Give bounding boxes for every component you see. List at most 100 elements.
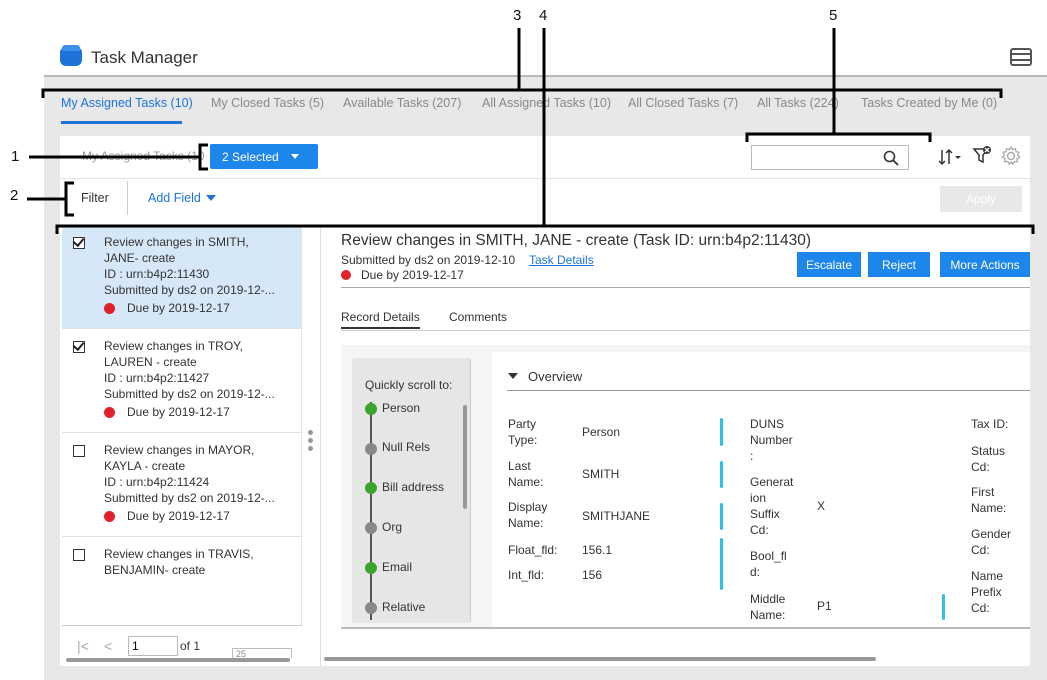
task-checkbox[interactable]: [73, 549, 85, 561]
apply-button[interactable]: Apply: [940, 186, 1022, 212]
tab-record-details[interactable]: Record Details: [341, 310, 420, 324]
add-field-button[interactable]: Add Field: [148, 191, 201, 205]
search-icon[interactable]: [883, 150, 899, 166]
filter-divider: [127, 181, 128, 215]
task-line: JANE- create: [104, 251, 176, 265]
tab-all-assigned-tasks[interactable]: All Assigned Tasks (10): [482, 96, 611, 110]
task-checkbox[interactable]: [73, 237, 85, 249]
task-details-link[interactable]: Task Details: [529, 253, 594, 267]
section-complete-dot-icon: [365, 403, 377, 415]
detail-header-divider: [341, 287, 1030, 288]
field-value-last-name: SMITH: [582, 467, 620, 481]
toolbar-title: My Assigned Tasks (10: [82, 149, 205, 163]
section-empty-dot-icon: [365, 522, 377, 534]
app-title: Task Manager: [91, 48, 198, 67]
detail-scrollbar[interactable]: [324, 657, 876, 661]
detail-tabs-divider: [341, 330, 1030, 331]
pane-splitter-handle[interactable]: [308, 430, 314, 454]
due-status-dot-icon: [104, 302, 115, 314]
gear-icon[interactable]: [1000, 145, 1022, 167]
task-list: Review changes in SMITH, JANE- create ID…: [62, 225, 302, 625]
section-empty-dot-icon: [365, 443, 377, 455]
clear-filter-icon[interactable]: [972, 145, 992, 165]
task-list-scrollbar[interactable]: [66, 658, 290, 662]
task-id: ID : urn:b4p2:11424: [104, 475, 210, 489]
tab-available-tasks[interactable]: Available Tasks (207): [343, 96, 461, 110]
field-value-party-type: Person: [582, 425, 621, 439]
task-list-item[interactable]: Review changes in TRAVIS, BENJAMIN- crea…: [62, 537, 301, 625]
tab-tasks-created-by-me[interactable]: Tasks Created by Me (0): [861, 96, 997, 110]
callout-number-4: 4: [539, 7, 548, 24]
field-label-bool-fld: Bool_fl d:: [750, 549, 787, 579]
task-list-item[interactable]: Review changes in MAYOR, KAYLA - create …: [62, 433, 301, 537]
previous-page-icon[interactable]: <: [104, 638, 112, 654]
field-edit-marker: [942, 594, 945, 620]
field-edit-marker: [720, 418, 723, 446]
task-line: Review changes in SMITH,: [104, 235, 249, 249]
quick-scroll-item-relative[interactable]: Relative: [382, 600, 425, 614]
more-actions-button[interactable]: More Actions: [940, 252, 1030, 277]
section-empty-dot-icon: [365, 602, 377, 614]
reject-button[interactable]: Reject: [868, 252, 930, 277]
quick-scroll-item-bill-address[interactable]: Bill address: [382, 480, 444, 494]
first-page-icon[interactable]: |<: [77, 638, 89, 654]
task-detail-title: Review changes in SMITH, JANE - create (…: [341, 232, 812, 249]
collapse-caret-icon[interactable]: [508, 373, 518, 379]
quick-scroll-item-null-rels[interactable]: Null Rels: [382, 440, 430, 454]
tab-my-closed-tasks[interactable]: My Closed Tasks (5): [211, 96, 324, 110]
task-summary: Review changes in TROY, LAUREN - create …: [104, 338, 299, 402]
quick-scroll-item-email[interactable]: Email: [382, 560, 412, 574]
overview-title[interactable]: Overview: [528, 369, 582, 384]
task-due-text: Due by 2019-12-17: [127, 405, 230, 419]
field-label-gender-cd: Gender Cd:: [971, 527, 1012, 557]
due-status-dot-icon: [104, 406, 115, 418]
task-summary: Review changes in TRAVIS, BENJAMIN- crea…: [104, 546, 299, 578]
task-list-item[interactable]: Review changes in SMITH, JANE- create ID…: [62, 225, 301, 329]
field-edit-marker: [720, 538, 723, 590]
tab-all-closed-tasks[interactable]: All Closed Tasks (7): [628, 96, 738, 110]
tab-all-tasks[interactable]: All Tasks (224): [757, 96, 839, 110]
task-list-item[interactable]: Review changes in TROY, LAUREN - create …: [62, 329, 301, 433]
escalate-button[interactable]: Escalate: [797, 252, 861, 277]
task-manager-page: Task Manager My Assigned Tasks (10) My C…: [0, 0, 1047, 680]
selected-label: 2 Selected: [222, 149, 279, 164]
field-value-generation-suffix: X: [817, 499, 826, 513]
section-complete-dot-icon: [365, 482, 377, 494]
task-line: Review changes in TROY,: [104, 339, 243, 353]
task-due-text: Due by 2019-12-17: [127, 509, 230, 523]
selected-dropdown-button[interactable]: 2 Selected: [210, 144, 318, 169]
page-number-input[interactable]: [128, 636, 178, 656]
chevron-down-icon[interactable]: [206, 195, 216, 201]
task-checkbox[interactable]: [73, 341, 85, 353]
active-detail-tab-indicator: [341, 327, 420, 329]
callout-number-3: 3: [513, 7, 522, 24]
task-summary: Review changes in SMITH, JANE- create ID…: [104, 234, 299, 298]
field-value-display-name: SMITHJANE: [582, 509, 651, 523]
tab-comments[interactable]: Comments: [449, 310, 507, 324]
field-value-middle-name: P1: [817, 599, 832, 613]
task-due-text: Due by 2019-12-17: [127, 301, 230, 315]
task-due: Due by 2019-12-17: [104, 509, 230, 523]
field-label-middle-name: Middle Name:: [750, 592, 786, 622]
quick-scroll-scrollbar[interactable]: [463, 405, 467, 509]
task-id: ID : urn:b4p2:11430: [104, 267, 210, 281]
task-line: BENJAMIN- create: [104, 563, 206, 577]
task-submitted: Submitted by ds2 on 2019-12-...: [104, 387, 275, 401]
task-due: Due by 2019-12-17: [104, 301, 230, 315]
task-line: Review changes in TRAVIS,: [104, 547, 254, 561]
quick-scroll-timeline: [370, 402, 372, 620]
sort-icon[interactable]: [937, 148, 963, 166]
field-label-display-name: Display Name:: [508, 500, 548, 530]
menu-icon[interactable]: [1010, 48, 1032, 66]
quick-scroll-item-person[interactable]: Person: [382, 401, 420, 415]
task-id: ID : urn:b4p2:11427: [104, 371, 210, 385]
task-checkbox[interactable]: [73, 445, 85, 457]
app-logo-icon: [60, 45, 82, 66]
section-complete-dot-icon: [365, 562, 377, 574]
field-edit-marker: [720, 503, 723, 530]
quick-scroll-item-org[interactable]: Org: [382, 520, 402, 534]
callout-number-1: 1: [11, 148, 20, 165]
page-size-select[interactable]: 25: [232, 648, 292, 658]
field-label-name-prefix-cd: Name Prefix Cd:: [971, 569, 1004, 615]
tab-my-assigned-tasks[interactable]: My Assigned Tasks (10): [61, 96, 193, 110]
